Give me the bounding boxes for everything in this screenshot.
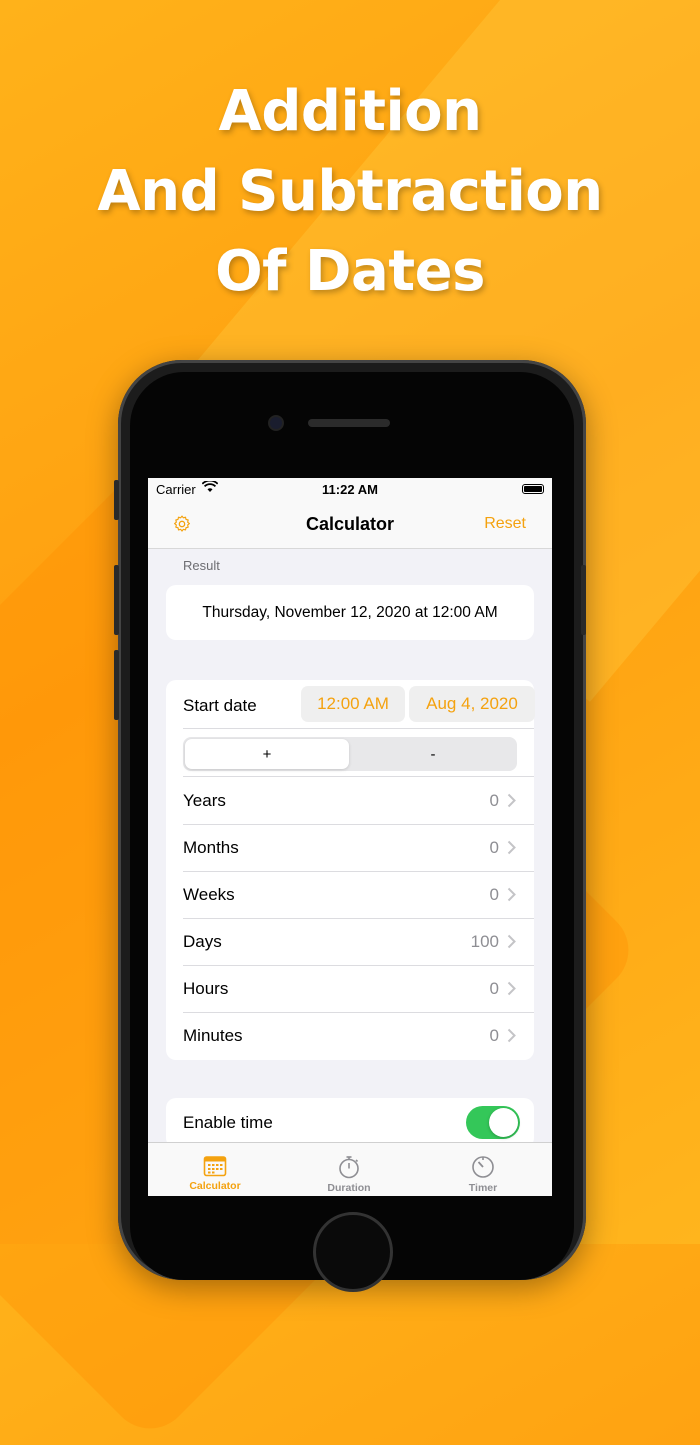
field-label: Days xyxy=(183,932,222,951)
field-label: Weeks xyxy=(183,885,235,904)
tab-label: Duration xyxy=(327,1182,371,1194)
result-card: Thursday, November 12, 2020 at 12:00 AM xyxy=(166,585,534,640)
field-row-weeks[interactable]: Weeks 0 xyxy=(183,871,517,918)
timer-icon xyxy=(416,1155,550,1179)
battery-icon xyxy=(522,484,544,494)
promo-headline: Addition And Subtraction Of Dates xyxy=(0,72,700,312)
chevron-right-icon xyxy=(507,887,517,903)
front-camera xyxy=(270,417,282,429)
field-row-hours[interactable]: Hours 0 xyxy=(183,965,517,1012)
field-row-days[interactable]: Days 100 xyxy=(183,918,517,965)
enable-time-card: Enable time xyxy=(166,1098,534,1148)
stopwatch-icon xyxy=(282,1155,416,1179)
status-bar: Carrier 11:22 AM xyxy=(148,478,552,500)
tab-duration[interactable]: Duration xyxy=(282,1147,416,1194)
start-time-picker[interactable]: 12:00 AM xyxy=(301,686,405,722)
field-label: Minutes xyxy=(183,1026,243,1045)
mute-switch xyxy=(114,480,119,520)
home-button xyxy=(313,1212,393,1292)
field-label: Years xyxy=(183,791,226,810)
operation-segmented-control: + - xyxy=(183,737,517,771)
field-value: 100 xyxy=(470,932,499,951)
promo-line-2: And Subtraction xyxy=(97,159,603,224)
field-row-minutes[interactable]: Minutes 0 xyxy=(183,1012,517,1059)
volume-up-button xyxy=(114,565,119,635)
plus-segment[interactable]: + xyxy=(185,739,349,769)
earpiece-speaker xyxy=(308,419,390,427)
tab-label: Calculator xyxy=(189,1180,241,1192)
chevron-right-icon xyxy=(507,981,517,997)
minus-segment[interactable]: - xyxy=(351,739,515,769)
enable-time-label: Enable time xyxy=(183,1113,273,1132)
field-value: 0 xyxy=(489,791,499,810)
toggle-knob xyxy=(489,1108,518,1137)
chevron-right-icon xyxy=(507,1028,517,1044)
status-time: 11:22 AM xyxy=(322,482,378,497)
navigation-bar: Calculator Reset xyxy=(148,500,552,549)
field-value: 0 xyxy=(489,979,499,998)
chevron-right-icon xyxy=(507,840,517,856)
promo-line-3: Of Dates xyxy=(215,239,485,304)
field-label: Months xyxy=(183,838,239,857)
divider xyxy=(183,728,534,729)
tab-calculator[interactable]: Calculator xyxy=(148,1147,282,1192)
tab-timer[interactable]: Timer xyxy=(416,1147,550,1194)
calendar-icon xyxy=(148,1155,282,1177)
promo-line-1: Addition xyxy=(218,79,482,144)
enable-time-toggle[interactable] xyxy=(466,1106,520,1139)
field-row-years[interactable]: Years 0 xyxy=(183,777,517,824)
volume-down-button xyxy=(114,650,119,720)
chevron-right-icon xyxy=(507,934,517,950)
field-value: 0 xyxy=(489,838,499,857)
power-button xyxy=(581,565,586,635)
start-date-picker[interactable]: Aug 4, 2020 xyxy=(409,686,535,722)
field-value: 0 xyxy=(489,885,499,904)
field-value: 0 xyxy=(489,1026,499,1045)
result-value: Thursday, November 12, 2020 at 12:00 AM xyxy=(202,603,498,621)
calculator-card: Start date 12:00 AM Aug 4, 2020 + - Year… xyxy=(166,680,535,1060)
chevron-right-icon xyxy=(507,793,517,809)
field-label: Hours xyxy=(183,979,229,998)
field-row-months[interactable]: Months 0 xyxy=(183,824,517,871)
result-section-label: Result xyxy=(183,558,220,573)
reset-button[interactable]: Reset xyxy=(484,515,526,533)
app-screen: Carrier 11:22 AM Calculator Reset Result… xyxy=(148,478,552,1196)
tab-bar: Calculator Duration Timer xyxy=(148,1142,552,1196)
tab-label: Timer xyxy=(468,1182,498,1194)
